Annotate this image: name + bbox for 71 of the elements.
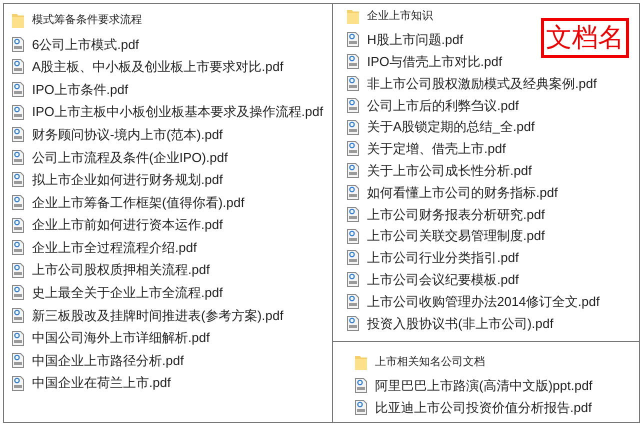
file-name[interactable]: H股上市问题.pdf <box>367 30 464 50</box>
file-name[interactable]: 中国企业上市路径分析.pdf <box>32 350 184 370</box>
file-name[interactable]: 新三板股改及挂牌时间推进表(参考方案).pdf <box>32 306 284 326</box>
file-name[interactable]: 公司上市后的利弊刍议.pdf <box>367 96 519 116</box>
file-name[interactable]: 关于上市公司成长性分析.pdf <box>367 160 532 180</box>
pdf-file-icon <box>12 127 24 142</box>
file-name[interactable]: A股主板、中小板及创业板上市要求对比.pdf <box>32 57 284 77</box>
pdf-file-icon <box>347 54 359 70</box>
pdf-file-icon <box>347 294 359 309</box>
file-name[interactable]: 上市公司行业分类指引.pdf <box>367 248 519 268</box>
pdf-file-icon <box>12 240 24 256</box>
file-name[interactable]: 公司上市流程及条件(企业IPO).pdf <box>32 148 228 168</box>
file-name[interactable]: 上市公司会议纪要模板.pdf <box>367 270 519 290</box>
folder-name[interactable]: 上市相关知名公司文档 <box>375 354 485 371</box>
pdf-file-icon <box>347 250 359 266</box>
file-name[interactable]: 史上最全关于企业上市全流程.pdf <box>32 283 223 303</box>
pdf-file-icon <box>347 206 359 222</box>
pdf-file-icon <box>347 32 359 48</box>
file-name[interactable]: 上市公司股权质押相关流程.pdf <box>32 260 210 280</box>
folder-icon <box>347 9 359 24</box>
file-name[interactable]: 阿里巴巴上市路演(高清中文版)ppt.pdf <box>375 376 592 396</box>
file-name[interactable]: 上市公司关联交易管理制度.pdf <box>367 226 545 246</box>
pdf-file-icon <box>12 150 24 165</box>
file-name[interactable]: 非上市公司股权激励模式及经典案例.pdf <box>367 74 597 94</box>
pdf-file-icon <box>12 308 24 323</box>
file-name[interactable]: 企业上市前如何进行资本运作.pdf <box>32 215 223 235</box>
file-name[interactable]: 关于定增、借壳上市.pdf <box>367 139 506 159</box>
pdf-file-icon <box>12 330 24 346</box>
pdf-file-icon <box>347 272 359 288</box>
file-name[interactable]: IPO上市主板中小板创业板基本要求及操作流程.pdf <box>32 102 324 122</box>
file-name[interactable]: 中国公司海外上市详细解析.pdf <box>32 328 210 348</box>
file-name[interactable]: 关于A股锁定期的总结_全.pdf <box>367 117 535 137</box>
file-name[interactable]: 投资入股协议书(非上市公司).pdf <box>367 314 554 333</box>
pdf-file-icon <box>347 76 359 91</box>
file-name[interactable]: 6公司上市模式.pdf <box>32 34 139 54</box>
file-name[interactable]: 企业上市全过程流程介绍.pdf <box>32 238 197 258</box>
pdf-file-icon <box>12 104 24 120</box>
file-name[interactable]: 比亚迪上市公司投资价值分析报告.pdf <box>375 398 592 418</box>
pdf-file-icon <box>12 82 24 97</box>
pdf-file-icon <box>12 194 24 210</box>
folder-name[interactable]: 模式筹备条件要求流程 <box>32 12 142 29</box>
pdf-file-icon <box>355 378 367 394</box>
pdf-file-icon <box>347 184 359 200</box>
file-name[interactable]: 企业上市筹备工作框架(值得你看).pdf <box>32 192 244 212</box>
pdf-file-icon <box>347 316 359 331</box>
pdf-file-icon <box>12 353 24 368</box>
pdf-file-icon <box>12 262 24 278</box>
file-name[interactable]: IPO上市条件.pdf <box>32 80 128 100</box>
pdf-file-icon <box>12 376 24 391</box>
folder-icon <box>355 355 367 370</box>
pdf-file-icon <box>12 36 24 52</box>
file-name[interactable]: 上市公司收购管理办法2014修订全文.pdf <box>367 292 600 312</box>
file-name[interactable]: 如何看懂上市公司的财务指标.pdf <box>367 182 558 202</box>
file-name[interactable]: 中国企业在荷兰上市.pdf <box>32 373 171 393</box>
pdf-file-icon <box>347 120 359 135</box>
file-name[interactable]: 财务顾问协议-境内上市(范本).pdf <box>32 124 223 144</box>
file-name[interactable]: IPO与借壳上市对比.pdf <box>367 52 502 72</box>
pdf-file-icon <box>347 141 359 156</box>
pdf-file-icon <box>12 59 24 74</box>
pdf-file-icon <box>12 172 24 188</box>
pdf-file-icon <box>347 163 359 178</box>
file-name[interactable]: 上市公司财务报表分析研究.pdf <box>367 204 545 224</box>
folder-icon <box>12 13 24 28</box>
pdf-file-icon <box>355 400 367 416</box>
pdf-file-icon <box>347 98 359 113</box>
file-name[interactable]: 拟上市企业如何进行财务规划.pdf <box>32 170 223 190</box>
annotation-label: 文档名 <box>541 18 629 58</box>
pdf-file-icon <box>12 218 24 233</box>
folder-name[interactable]: 企业上市知识 <box>367 8 433 25</box>
pdf-file-icon <box>12 285 24 300</box>
pdf-file-icon <box>347 228 359 244</box>
